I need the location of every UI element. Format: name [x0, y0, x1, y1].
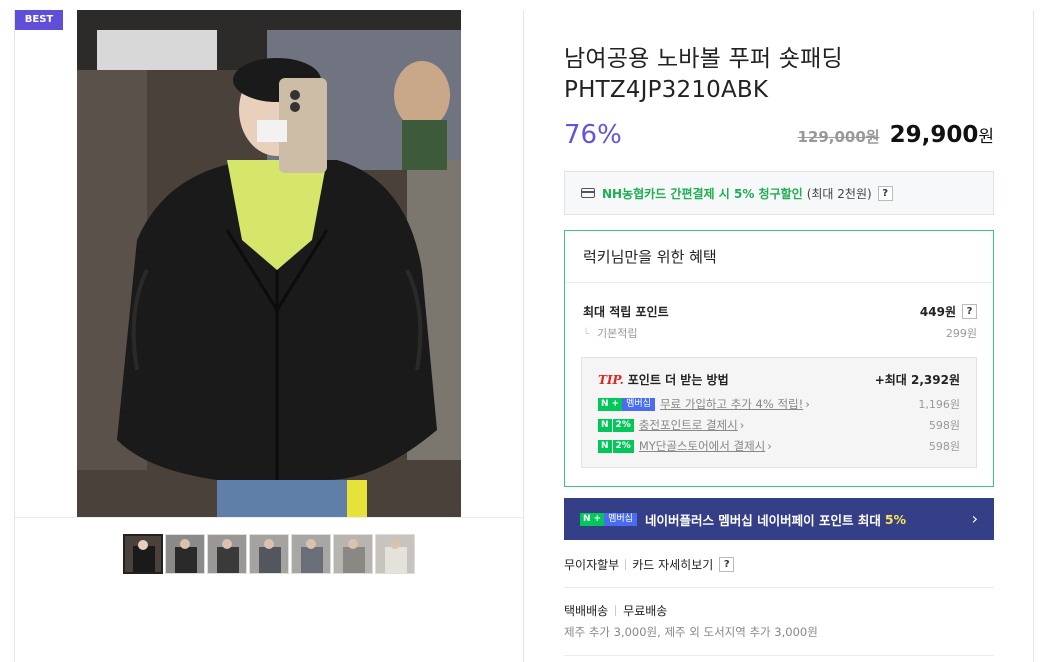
- thumbnail-4[interactable]: [249, 534, 289, 574]
- installment-row: 무이자할부 카드 자세히보기 ?: [564, 556, 735, 573]
- thumbnail-3[interactable]: [207, 534, 247, 574]
- naver-plus-banner-highlight: 5%: [884, 511, 907, 527]
- tip-row-charge-points: N2% 충전포인트로 결제시 598원: [598, 417, 960, 433]
- naver-plus-membership-banner[interactable]: N + 멤버십 네이버플러스 멤버십 네이버페이 포인트 최대 5% ›: [564, 498, 994, 540]
- tip-row-label-wrap: N 2% 충전포인트로 결제시: [598, 417, 744, 433]
- main-product-photo[interactable]: [77, 10, 461, 518]
- max-points-value: 449원: [919, 305, 956, 319]
- naver-pay-2pct-badge-icon: N 2%: [598, 418, 634, 432]
- product-photo-jacket: [77, 10, 461, 518]
- sale-price: 29,900원: [890, 122, 994, 148]
- naver-plus-membership-badge-icon: N + 멤버십: [598, 397, 655, 411]
- thumbnail-image: [292, 535, 330, 573]
- benefit-heading: 럭키님만을 위한 혜택: [565, 231, 993, 283]
- card-discount-note: (최대 2천원): [806, 186, 872, 201]
- product-title: 남여공용 노바볼 푸퍼 숏패딩 PHTZ4JP3210ABK: [564, 44, 994, 106]
- thumbnail-image: [376, 535, 414, 573]
- product-title-code: PHTZ4JP3210ABK: [564, 77, 769, 103]
- thumbnail-image: [166, 535, 204, 573]
- divider-line: [564, 587, 994, 588]
- card-discount-help-button[interactable]: ?: [877, 185, 893, 201]
- chevron-right-icon: ›: [971, 509, 978, 528]
- benefit-box: 럭키님만을 위한 혜택 최대 적립 포인트 449원 ? 기본적립 299원 T…: [564, 230, 994, 487]
- thumbnail-strip: [123, 534, 415, 574]
- tip-heading-row: TIP. 포인트 더 받는 방법 +최대 2,392원: [598, 371, 960, 388]
- naver-plus-banner-badge-icon: N + 멤버십: [580, 512, 637, 526]
- best-badge: BEST: [15, 10, 63, 30]
- sale-price-value: 29,900: [889, 122, 979, 148]
- badge-text: 2%: [611, 439, 634, 453]
- tip-heading-text: 포인트 더 받는 방법: [627, 373, 729, 387]
- thumbnail-6[interactable]: [333, 534, 373, 574]
- max-points-value-wrap: 449원 ?: [920, 303, 977, 320]
- delivery-note: 제주 추가 3,000원, 제주 외 도서지역 추가 3,000원: [564, 625, 818, 639]
- thumbnail-image: [208, 535, 246, 573]
- naver-pay-2pct-badge-icon: N 2%: [598, 439, 634, 453]
- tip-box: TIP. 포인트 더 받는 방법 +최대 2,392원 N + 멤버십 무료 가입하고…: [581, 357, 977, 468]
- delivery-row: 택배배송 무료배송: [564, 602, 667, 619]
- tip-row-value: 598원: [928, 419, 960, 432]
- basic-points-row: 기본적립 299원: [583, 325, 977, 341]
- product-image-panel: BEST: [14, 10, 524, 662]
- basic-points-label: 기본적립: [583, 325, 637, 341]
- thumbnail-image: [125, 536, 161, 572]
- thumbnail-7[interactable]: [375, 534, 415, 574]
- divider: [615, 605, 617, 616]
- my-store-link[interactable]: MY단골스토어에서 결제시: [639, 438, 772, 454]
- card-details-link[interactable]: 카드 자세히보기: [632, 556, 713, 573]
- card-discount-box: NH농협카드 간편결제 시 5% 청구할인 (최대 2천원) ?: [564, 171, 994, 215]
- charge-points-link[interactable]: 충전포인트로 결제시: [639, 417, 744, 433]
- badge-text: 멤버십: [604, 512, 637, 526]
- original-price: 129,000원: [797, 128, 880, 146]
- tip-row-membership: N+멤버십 무료 가입하고 추가 4% 적립! 1,196원: [598, 396, 960, 412]
- badge-text: 멤버십: [622, 397, 655, 411]
- discount-rate: 76%: [564, 120, 622, 150]
- thumbnail-1[interactable]: [123, 534, 163, 574]
- thumbnail-image: [250, 535, 288, 573]
- thumbnail-image: [334, 535, 372, 573]
- thumbnail-5[interactable]: [291, 534, 331, 574]
- card-discount-text: NH농협카드 간편결제 시 5% 청구할인: [602, 186, 803, 201]
- membership-join-link[interactable]: 무료 가입하고 추가 4% 적립!: [660, 396, 810, 412]
- badge-text: 2%: [611, 418, 634, 432]
- price-area: 129,000원 29,900원: [797, 122, 994, 148]
- basic-points-value: 299원: [945, 327, 977, 340]
- tip-row-label-wrap: N 2% MY단골스토어에서 결제시: [598, 438, 772, 454]
- delivery-type: 택배배송: [564, 604, 609, 618]
- page-border-right: [1033, 10, 1034, 662]
- thumbnail-divider: [15, 517, 523, 518]
- installment-help-button[interactable]: ?: [719, 557, 735, 572]
- thumbnail-2[interactable]: [165, 534, 205, 574]
- sale-price-currency: 원: [978, 127, 994, 147]
- tip-row-value: 598원: [928, 440, 960, 453]
- divider: [625, 559, 627, 570]
- tip-row-label-wrap: N + 멤버십 무료 가입하고 추가 4% 적립!: [598, 396, 810, 412]
- tip-row-my-store: N2% MY단골스토어에서 결제시 598원: [598, 438, 960, 454]
- tip-row-value: 1,196원: [918, 398, 960, 411]
- max-points-label: 최대 적립 포인트: [583, 305, 669, 319]
- installment-label: 무이자할부: [564, 558, 620, 572]
- credit-card-icon: [581, 188, 595, 198]
- tip-label: TIP.: [598, 373, 624, 387]
- tip-heading: TIP. 포인트 더 받는 방법: [598, 371, 729, 388]
- product-title-name: 남여공용 노바볼 푸퍼 숏패딩: [564, 46, 843, 72]
- naver-plus-banner-text: 네이버플러스 멤버십 네이버페이 포인트 최대: [644, 512, 881, 528]
- delivery-fee: 무료배송: [623, 604, 668, 618]
- divider-line: [564, 655, 994, 656]
- max-points-help-button[interactable]: ?: [962, 304, 977, 319]
- max-points-row: 최대 적립 포인트 449원 ?: [583, 303, 977, 320]
- tip-max-value: +최대 2,392원: [874, 373, 960, 387]
